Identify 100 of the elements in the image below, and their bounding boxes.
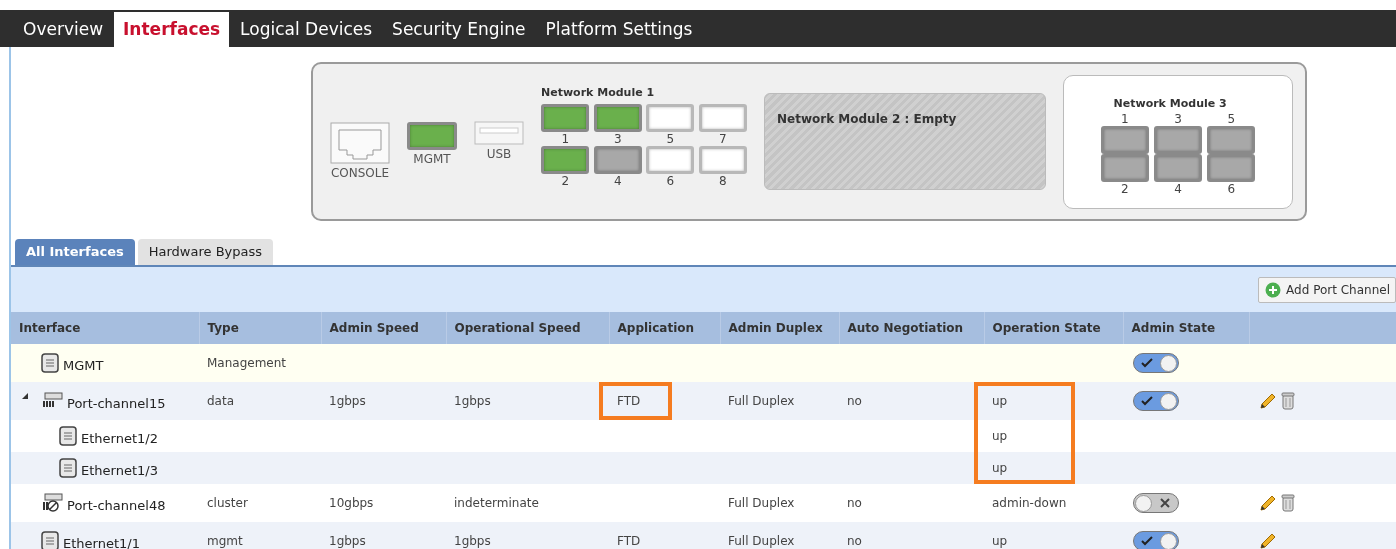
usb-label: USB [486,145,512,163]
port-icon[interactable] [646,145,695,174]
module-title: Network Module 2 : Empty [777,112,957,126]
port-number: 6 [1227,182,1236,196]
sub-tab[interactable]: All Interfaces [15,239,135,265]
admin-state-toggle[interactable] [1133,391,1179,411]
toggle-knob [1135,494,1152,512]
interface-name: Ethernet1/3 [81,462,158,481]
port-icon[interactable] [541,145,590,174]
expand-caret-icon[interactable] [21,392,29,401]
port-icon[interactable] [407,121,457,150]
table-cell: data [207,394,235,408]
table-cell: FTD [617,394,641,408]
nav-tab[interactable]: Logical Devices [231,12,382,47]
check-icon [1140,535,1154,547]
table-cell: no [847,534,862,548]
nav-tab[interactable]: Security Engine [383,12,535,47]
table-cell: indeterminate [454,496,539,510]
toggle-knob [1160,392,1177,410]
port-icon[interactable] [1100,126,1149,154]
nav-tab[interactable]: Platform Settings [536,12,702,47]
table-cell: 1gbps [454,394,491,408]
x-icon [1159,497,1171,509]
table-cell: up [992,461,1008,475]
table-cell: Full Duplex [728,496,795,510]
port-icon [41,353,59,373]
port-number: 6 [666,173,675,188]
table-cell: up [992,534,1008,548]
interface-name: Port-channel15 [67,395,166,414]
admin-state-toggle[interactable] [1133,493,1179,513]
table-cell: admin-down [992,496,1067,510]
toggle-knob [1160,354,1177,372]
port-number: 4 [613,173,622,188]
port-icon[interactable] [593,103,642,132]
port-icon[interactable] [698,103,747,132]
port-channel-disabled-icon [41,493,63,513]
table-cell: up [992,394,1008,408]
port-icon[interactable] [646,103,695,132]
interface-name: Ethernet1/1 [63,535,140,549]
admin-state-toggle[interactable] [1133,353,1179,373]
port-icon[interactable] [698,145,747,174]
table-row[interactable]: Ethernet1/2 up [11,420,1396,452]
port-icon[interactable] [1154,154,1203,182]
port-number: 5 [666,131,675,146]
interface-name: MGMT [63,357,104,376]
port-number: 5 [1227,112,1236,126]
port-number: 8 [718,173,727,188]
toggle-knob [1160,532,1177,549]
check-icon [1140,357,1154,369]
port-icon[interactable] [1154,126,1203,154]
edit-icon[interactable] [1259,494,1277,512]
interface-name: Port-channel48 [67,497,166,516]
port-number: 2 [1120,182,1129,196]
table-cell: no [847,496,862,510]
admin-state-toggle[interactable] [1133,531,1179,549]
port-icon[interactable] [1207,154,1256,182]
port-number: 1 [561,131,570,146]
delete-icon[interactable] [1281,494,1295,512]
port-icon [59,426,77,446]
table-cell: 1gbps [329,394,366,408]
add-port-channel-button[interactable]: Add Port Channel [1258,276,1396,303]
table-cell: 1gbps [454,534,491,548]
table-cell: Management [207,356,287,370]
interface-name: Ethernet1/2 [81,430,158,449]
console-label: CONSOLE [330,164,390,182]
port-icon[interactable] [1207,126,1256,154]
table-row[interactable]: MGMT Management [11,344,1396,382]
nav-tab[interactable]: Overview [14,12,113,47]
table-cell: mgmt [207,534,243,548]
sub-tab[interactable]: Hardware Bypass [137,239,273,265]
table-cell: Full Duplex [728,394,795,408]
port-number: 2 [561,173,570,188]
module-title: Network Module 1 [541,85,656,102]
table-cell: up [992,429,1008,443]
port-icon[interactable] [593,145,642,174]
add-icon [1265,281,1282,298]
port-number: 4 [1174,182,1182,196]
port-icon [41,531,59,549]
port-channel-icon [41,392,63,410]
port-number: 1 [1120,112,1129,126]
module-title: Network Module 3 [1113,95,1227,112]
port-number: 3 [613,131,622,146]
port-number: 7 [718,131,727,146]
table-cell: cluster [207,496,248,510]
delete-icon[interactable] [1281,392,1295,410]
port-icon [59,458,77,478]
nav-tab[interactable]: Interfaces [114,12,230,47]
port-icon[interactable] [1100,154,1149,182]
port-icon[interactable] [541,103,590,132]
table-row[interactable]: Port-channel15 data 1gbps 1gbps FTD Full Duplex no up [11,382,1396,420]
table-cell: no [847,394,862,408]
mgmt-label: MGMT [413,150,451,168]
edit-icon[interactable] [1259,392,1277,410]
table-cell: Full Duplex [728,534,795,548]
table-cell: 1gbps [329,534,366,548]
edit-icon[interactable] [1259,532,1277,549]
table-cell: 10gbps [329,496,374,510]
port-number: 3 [1174,112,1182,126]
table-cell: FTD [617,534,641,548]
table-row[interactable]: Port-channel48 cluster 10gbps indeterminate Full Duplex no admin-down [11,484,1396,522]
